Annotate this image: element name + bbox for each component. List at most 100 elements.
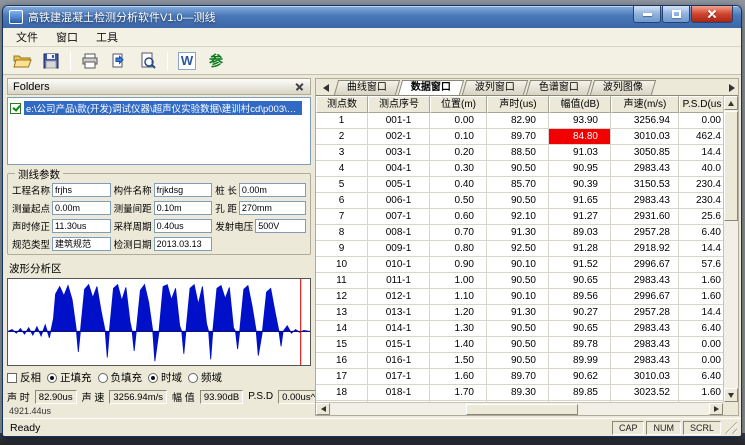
resize-grip-icon[interactable] xyxy=(725,422,737,434)
table-row[interactable]: 16016-11.5090.5089.992983.430.00 xyxy=(316,353,723,369)
param-value[interactable]: frjhs xyxy=(52,183,111,197)
radio-label: 时域 xyxy=(161,370,182,385)
close-icon xyxy=(706,8,718,20)
param-value[interactable]: 0.00m xyxy=(52,201,111,215)
radio-button[interactable] xyxy=(98,373,108,383)
word-export-button[interactable]: W xyxy=(174,49,200,72)
folders-list-item[interactable]: e:\公司产品\款(开发)调试仪器\超声仪实验数据\建训村cd\p003\p00… xyxy=(10,101,308,115)
radio-option-2: 时域 xyxy=(148,370,182,385)
horizontal-scroll-thumb[interactable] xyxy=(466,404,578,415)
scroll-left-button[interactable] xyxy=(316,403,330,415)
table-row[interactable]: 1001-10.0082.9093.903256.940.00 xyxy=(316,113,723,129)
radio-label: 正填充 xyxy=(60,370,92,385)
column-header-6[interactable]: P.S.D(us xyxy=(679,96,723,113)
table-cell: 017-1 xyxy=(368,369,430,385)
param-value[interactable]: 11.30us xyxy=(52,219,111,233)
params-grid: 工程名称frjhs构件名称frjkdsg桩 长0.00m测量起点0.00m测量间… xyxy=(12,183,306,251)
radio-button[interactable] xyxy=(47,373,57,383)
param-value[interactable]: 0.40us xyxy=(154,219,213,233)
table-row[interactable]: 13013-11.2091.3090.272957.2814.4 xyxy=(316,305,723,321)
parameters-button[interactable]: 参 xyxy=(203,49,229,72)
close-button[interactable] xyxy=(691,6,733,23)
param-value[interactable]: 270mm xyxy=(239,201,306,215)
column-header-1[interactable]: 测点序号 xyxy=(368,96,430,113)
tab-scroll-right-button[interactable] xyxy=(725,81,738,94)
param-value[interactable]: 0.00m xyxy=(239,183,306,197)
table-row[interactable]: 3003-10.2088.5091.033050.8514.4 xyxy=(316,145,723,161)
param-value[interactable]: frjkdsg xyxy=(154,183,213,197)
table-cell: 12 xyxy=(316,289,368,305)
table-row[interactable]: 14014-11.3090.5090.652983.436.40 xyxy=(316,321,723,337)
table-cell: 16 xyxy=(316,353,368,369)
minimize-button[interactable] xyxy=(633,6,661,23)
table-row[interactable]: 11011-11.0090.5090.652983.431.60 xyxy=(316,273,723,289)
column-header-0[interactable]: 测点数 xyxy=(316,96,368,113)
menu-item-0[interactable]: 文件 xyxy=(7,28,47,46)
table-cell: 15 xyxy=(316,337,368,353)
column-header-5[interactable]: 声速(m/s) xyxy=(611,96,679,113)
table-cell: 0.40 xyxy=(430,177,487,193)
folder-path-label: e:\公司产品\款(开发)调试仪器\超声仪实验数据\建训村cd\p003\p00… xyxy=(24,101,302,115)
table-row[interactable]: 17017-11.6089.7090.623010.036.40 xyxy=(316,369,723,385)
readout-label: 声 速 xyxy=(82,389,105,404)
tab-scroll-left-button[interactable] xyxy=(319,81,332,94)
radio-button[interactable] xyxy=(188,373,198,383)
print-button[interactable] xyxy=(77,49,103,72)
table-cell: 9 xyxy=(316,241,368,257)
tab-波列图像[interactable]: 波列图像 xyxy=(590,80,656,95)
param-value[interactable]: 2013.03.13 xyxy=(154,237,213,251)
panel-close-icon[interactable] xyxy=(294,81,305,92)
menu-item-1[interactable]: 窗口 xyxy=(47,28,87,46)
table-row[interactable]: 10010-10.9090.1091.522996.6757.6 xyxy=(316,257,723,273)
window-title: 高铁建混凝土检测分析软件V1.0—测线 xyxy=(28,9,216,25)
tab-数据窗口[interactable]: 数据窗口 xyxy=(398,80,464,95)
print-preview-button[interactable] xyxy=(135,49,161,72)
invert-checkbox[interactable] xyxy=(7,373,17,383)
checked-checkbox-icon[interactable] xyxy=(10,103,21,114)
scroll-right-button[interactable] xyxy=(709,403,723,415)
table-cell: 0.20 xyxy=(430,145,487,161)
table-row[interactable]: 5005-10.4085.7090.393150.53230.4 xyxy=(316,177,723,193)
word-icon: W xyxy=(178,52,196,70)
vertical-scroll-thumb[interactable] xyxy=(724,111,738,221)
table-row[interactable]: 15015-11.4090.5089.782983.430.00 xyxy=(316,337,723,353)
tab-曲线窗口[interactable]: 曲线窗口 xyxy=(334,80,400,95)
readout-label: 声 时 xyxy=(7,389,30,404)
table-row[interactable]: 4004-10.3090.5090.952983.4340.0 xyxy=(316,161,723,177)
param-field: 构件名称frjkdsg xyxy=(114,183,213,197)
param-value[interactable]: 建筑规范 xyxy=(52,237,111,251)
column-header-4[interactable]: 幅值(dB) xyxy=(549,96,611,113)
export-button[interactable] xyxy=(106,49,132,72)
table-row[interactable]: 2002-10.1089.7084.803010.03462.4 xyxy=(316,129,723,145)
table-row[interactable]: 6006-10.5090.5091.652983.43230.4 xyxy=(316,193,723,209)
table-row[interactable]: 9009-10.8092.5091.282918.9214.4 xyxy=(316,241,723,257)
column-header-3[interactable]: 声时(us) xyxy=(487,96,549,113)
column-header-2[interactable]: 位置(m) xyxy=(430,96,487,113)
maximize-button[interactable] xyxy=(662,6,690,23)
save-button[interactable] xyxy=(38,49,64,72)
param-value[interactable]: 0.10m xyxy=(154,201,213,215)
horizontal-scrollbar[interactable] xyxy=(316,402,723,415)
open-folder-button[interactable] xyxy=(9,49,35,72)
radio-button[interactable] xyxy=(148,373,158,383)
scroll-up-button[interactable] xyxy=(724,96,738,110)
vertical-scrollbar[interactable] xyxy=(723,96,738,402)
invert-control: 反相 xyxy=(7,370,41,385)
table-cell: 2983.43 xyxy=(611,321,679,337)
menu-item-2[interactable]: 工具 xyxy=(87,28,127,46)
table-cell: 18 xyxy=(316,385,368,401)
scroll-down-button[interactable] xyxy=(724,388,738,402)
tab-label: 波列图像 xyxy=(603,81,643,95)
radio-label: 负填充 xyxy=(111,370,143,385)
table-cell: 89.56 xyxy=(549,289,611,305)
table-row[interactable]: 7007-10.6092.1091.272931.6025.6 xyxy=(316,209,723,225)
table-cell: 0.60 xyxy=(430,209,487,225)
tab-波列窗口[interactable]: 波列窗口 xyxy=(462,80,528,95)
table-cell: 2983.43 xyxy=(611,273,679,289)
data-panel: 曲线窗口数据窗口波列窗口色谱窗口波列图像 测点数测点序号位置(m)声时(us)幅… xyxy=(315,78,739,416)
tab-色谱窗口[interactable]: 色谱窗口 xyxy=(526,80,592,95)
table-row[interactable]: 18018-11.7089.3089.853023.521.60 xyxy=(316,385,723,401)
param-value[interactable]: 500V xyxy=(255,219,306,233)
table-row[interactable]: 12012-11.1090.1089.562996.671.60 xyxy=(316,289,723,305)
table-row[interactable]: 8008-10.7091.3089.032957.286.40 xyxy=(316,225,723,241)
